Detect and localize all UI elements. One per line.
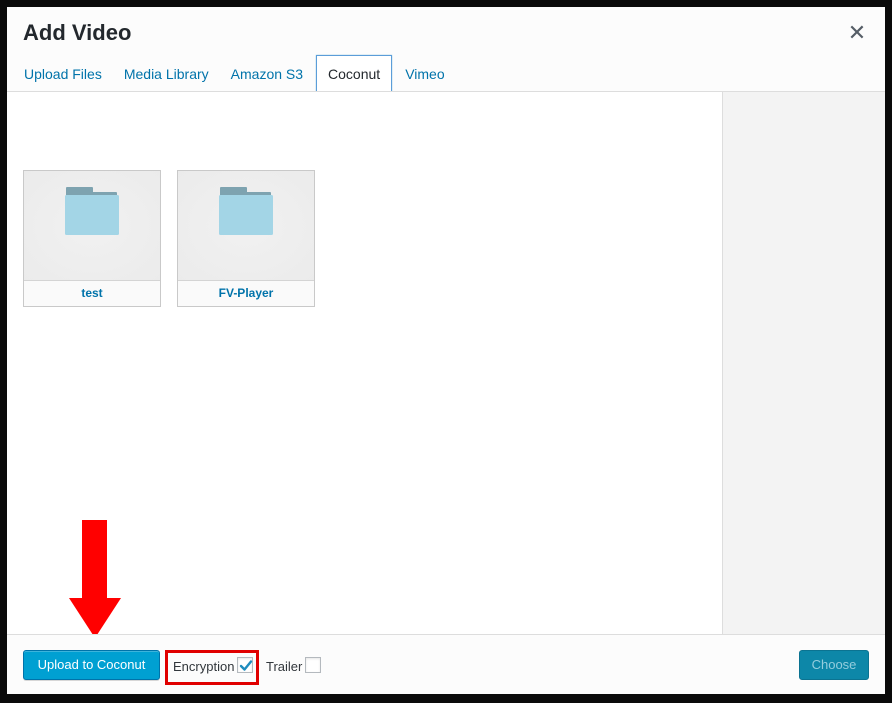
tab-bar: Upload Files Media Library Amazon S3 Coc… bbox=[15, 55, 458, 92]
tab-media-library[interactable]: Media Library bbox=[115, 55, 218, 92]
checkmark-icon bbox=[239, 660, 253, 671]
details-sidebar bbox=[722, 92, 885, 634]
trailer-label: Trailer bbox=[266, 659, 303, 674]
add-video-dialog: Add Video ✕ Upload Files Media Library A… bbox=[7, 7, 885, 694]
tab-vimeo[interactable]: Vimeo bbox=[396, 55, 453, 92]
folder-tile[interactable]: test bbox=[23, 170, 161, 307]
folder-name: FV-Player bbox=[178, 280, 314, 306]
upload-to-coconut-button[interactable]: Upload to Coconut bbox=[23, 650, 160, 680]
trailer-checkbox[interactable] bbox=[305, 657, 321, 673]
choose-button[interactable]: Choose bbox=[799, 650, 869, 680]
encryption-checkbox[interactable] bbox=[237, 657, 253, 673]
folder-thumbnail bbox=[178, 171, 314, 281]
close-icon[interactable]: ✕ bbox=[847, 21, 867, 45]
dialog-title: Add Video bbox=[23, 20, 132, 45]
folder-thumbnail bbox=[24, 171, 160, 281]
folder-icon bbox=[65, 187, 119, 235]
tab-upload-files[interactable]: Upload Files bbox=[15, 55, 111, 92]
red-arrow-down-icon bbox=[69, 520, 121, 638]
dialog-footer: Upload to Coconut Encryption Trailer Cho… bbox=[7, 635, 885, 694]
encryption-label: Encryption bbox=[173, 659, 235, 674]
folder-icon bbox=[219, 187, 273, 235]
tab-coconut[interactable]: Coconut bbox=[316, 55, 393, 92]
folder-name: test bbox=[24, 280, 160, 306]
tab-amazon-s3[interactable]: Amazon S3 bbox=[222, 55, 312, 92]
folder-tile[interactable]: FV-Player bbox=[177, 170, 315, 307]
